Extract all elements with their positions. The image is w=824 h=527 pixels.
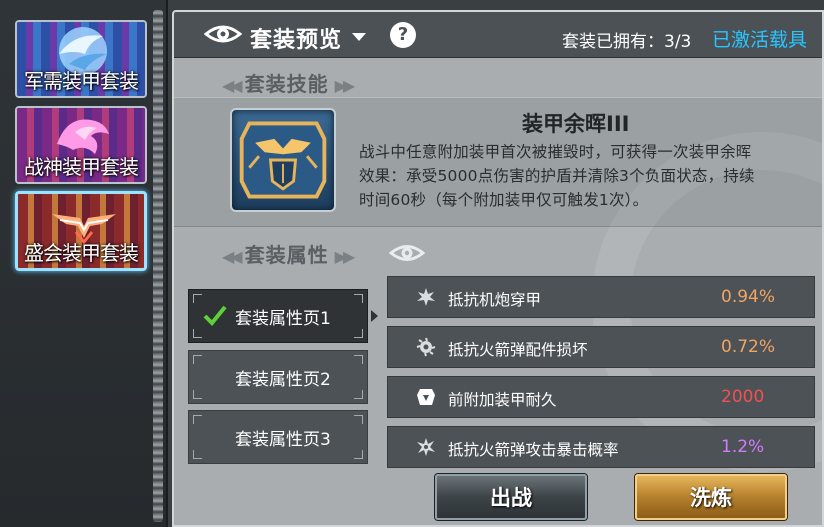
panel-header: 套装预览 ? 套装已拥有：3/3 已激活载具	[174, 12, 822, 58]
refine-button[interactable]: 洗炼	[635, 474, 787, 520]
tab-label: 套装属性页2	[235, 370, 331, 390]
corner-deco	[354, 294, 363, 303]
attribute-name: 抵抗火箭弹攻击暴击概率	[448, 441, 619, 459]
chevron-down-icon[interactable]	[352, 33, 366, 41]
tab-label: 套装属性页3	[235, 430, 331, 450]
attribute-row: 抵抗火箭弹攻击暴击概率 1.2%	[387, 426, 815, 468]
set-card-gala[interactable]: 盛会装甲套装	[15, 191, 147, 271]
attribute-value: 2000	[721, 387, 765, 407]
corner-deco	[354, 415, 363, 424]
chevron-left-deco-icon: ◀◀	[222, 247, 243, 266]
corner-deco	[354, 450, 363, 459]
attribute-value: 1.2%	[721, 437, 765, 457]
set-list-sidebar: 军需装甲套装 战神装甲套装 盛会装甲套装	[0, 0, 168, 527]
skill-description-line: 战斗中任意附加装甲首次被摧毁时，可获得一次装甲余晖	[359, 143, 752, 161]
shell-burst-icon	[417, 288, 435, 306]
corner-deco	[193, 294, 202, 303]
set-card-label: 军需装甲套装	[24, 69, 139, 93]
attribute-name: 前附加装甲耐久	[448, 391, 557, 409]
corner-deco	[354, 390, 363, 399]
skill-description-line: 时间60秒（每个附加装甲仅可触发1次）。	[359, 191, 649, 209]
set-card-war-god[interactable]: 战神装甲套装	[15, 106, 147, 184]
sortie-button[interactable]: 出战	[435, 474, 587, 520]
corner-deco	[193, 390, 202, 399]
set-card-military[interactable]: 军需装甲套装	[15, 20, 147, 98]
attribute-name: 抵抗火箭弹配件损坏	[448, 341, 588, 359]
corner-deco	[354, 355, 363, 364]
page-title[interactable]: 套装预览	[250, 22, 342, 54]
corner-deco	[193, 329, 202, 338]
skill-section-title: ◀◀ 套装技能 ▶▶	[216, 68, 357, 97]
skill-description-line: 效果：承受5000点伤害的护盾并清除3个负面状态，持续	[359, 167, 755, 185]
set-preview-panel: 套装预览 ? 套装已拥有：3/3 已激活载具 ◀◀ 套装技能 ▶▶ 装甲余晖III …	[172, 10, 824, 527]
rocket-burst-icon	[417, 438, 435, 456]
chevron-right-deco-icon: ▶▶	[334, 76, 356, 95]
corner-deco	[193, 355, 202, 364]
active-tab-arrow-icon	[371, 310, 378, 322]
attribute-row: 抵抗火箭弹配件损坏 0.72%	[387, 326, 815, 368]
corner-deco	[354, 329, 363, 338]
corner-deco	[193, 415, 202, 424]
scrollbar-chain[interactable]	[153, 10, 163, 522]
skill-name: 装甲余晖III	[522, 112, 630, 136]
set-card-label: 盛会装甲套装	[24, 241, 139, 265]
attribute-value: 0.72%	[721, 337, 776, 357]
chevron-right-deco-icon: ▶▶	[334, 247, 356, 266]
attribute-row: 抵抗机炮穿甲 0.94%	[387, 276, 815, 318]
corner-deco	[193, 450, 202, 459]
eye-icon[interactable]	[389, 242, 425, 264]
eye-icon	[204, 25, 242, 43]
tab-label: 套装属性页1	[235, 309, 331, 329]
help-icon[interactable]: ?	[390, 22, 416, 48]
tab-attribute-page-1[interactable]: 套装属性页1	[188, 289, 368, 343]
attribute-value: 0.94%	[721, 287, 776, 307]
set-card-label: 战神装甲套装	[24, 155, 139, 179]
activated-vehicles-link[interactable]: 已激活载具	[712, 25, 807, 52]
attribute-section-label: 套装属性	[244, 243, 329, 267]
attribute-row: 前附加装甲耐久 2000	[387, 376, 815, 418]
owned-count: 套装已拥有：3/3	[562, 32, 692, 52]
checkmark-icon	[203, 305, 227, 326]
chevron-left-deco-icon: ◀◀	[222, 76, 243, 95]
skill-section-label: 套装技能	[244, 72, 329, 96]
armor-plate-icon	[417, 389, 435, 405]
tab-attribute-page-2[interactable]: 套装属性页2	[188, 350, 368, 404]
attribute-section-title: ◀◀ 套装属性 ▶▶	[216, 239, 357, 268]
gear-burst-icon	[416, 337, 436, 357]
tab-attribute-page-3[interactable]: 套装属性页3	[188, 410, 368, 464]
skill-emblem-icon	[230, 108, 336, 212]
attribute-name: 抵抗机炮穿甲	[448, 291, 542, 309]
